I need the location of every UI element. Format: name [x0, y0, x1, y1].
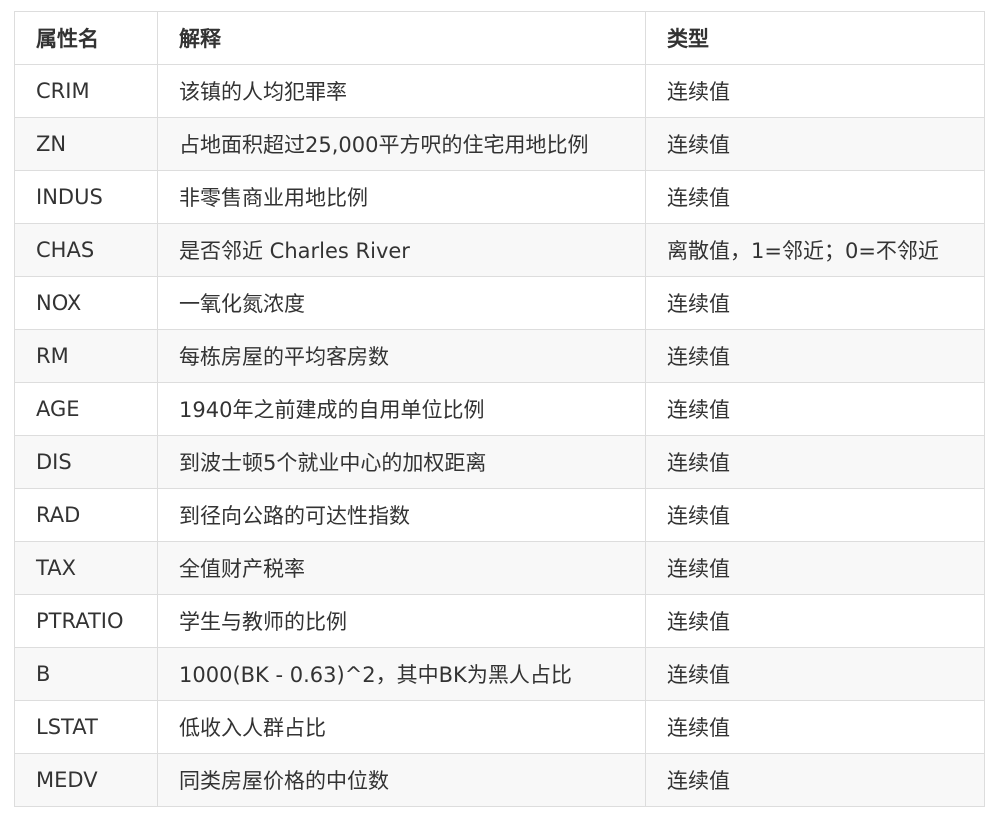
explanation-cell: 全值财产税率 [157, 541, 646, 595]
explanation-cell: 该镇的人均犯罪率 [157, 64, 646, 118]
attribute-name-cell: MEDV [14, 753, 158, 807]
attribute-table-container: 属性名 解释 类型 CRIM 该镇的人均犯罪率 连续值 ZN 占地面积超过25,… [14, 11, 985, 807]
table-row: B 1000(BK - 0.63)^2，其中BK为黑人占比 连续值 [14, 647, 985, 701]
attribute-table: 属性名 解释 类型 CRIM 该镇的人均犯罪率 连续值 ZN 占地面积超过25,… [14, 11, 985, 807]
attribute-name-cell: PTRATIO [14, 594, 158, 648]
explanation-cell: 低收入人群占比 [157, 700, 646, 754]
explanation-cell: 1000(BK - 0.63)^2，其中BK为黑人占比 [157, 647, 646, 701]
header-explanation: 解释 [157, 11, 646, 65]
type-cell: 连续值 [645, 64, 985, 118]
explanation-cell: 占地面积超过25,000平方呎的住宅用地比例 [157, 117, 646, 171]
type-cell: 连续值 [645, 488, 985, 542]
explanation-cell: 到波士顿5个就业中心的加权距离 [157, 435, 646, 489]
explanation-cell: 一氧化氮浓度 [157, 276, 646, 330]
attribute-name-cell: CHAS [14, 223, 158, 277]
type-cell: 连续值 [645, 700, 985, 754]
header-type: 类型 [645, 11, 985, 65]
attribute-name-cell: CRIM [14, 64, 158, 118]
type-cell: 连续值 [645, 594, 985, 648]
table-row: NOX 一氧化氮浓度 连续值 [14, 276, 985, 330]
type-cell: 连续值 [645, 753, 985, 807]
type-cell: 连续值 [645, 117, 985, 171]
attribute-name-cell: RM [14, 329, 158, 383]
attribute-name-cell: AGE [14, 382, 158, 436]
attribute-name-cell: INDUS [14, 170, 158, 224]
attribute-name-cell: ZN [14, 117, 158, 171]
table-row: AGE 1940年之前建成的自用单位比例 连续值 [14, 382, 985, 436]
table-row: CHAS 是否邻近 Charles River 离散值，1=邻近；0=不邻近 [14, 223, 985, 277]
attribute-name-cell: LSTAT [14, 700, 158, 754]
attribute-name-cell: DIS [14, 435, 158, 489]
table-row: LSTAT 低收入人群占比 连续值 [14, 700, 985, 754]
explanation-cell: 每栋房屋的平均客房数 [157, 329, 646, 383]
table-body: CRIM 该镇的人均犯罪率 连续值 ZN 占地面积超过25,000平方呎的住宅用… [14, 64, 985, 807]
explanation-cell: 是否邻近 Charles River [157, 223, 646, 277]
table-row: TAX 全值财产税率 连续值 [14, 541, 985, 595]
type-cell: 连续值 [645, 647, 985, 701]
type-cell: 连续值 [645, 435, 985, 489]
table-row: ZN 占地面积超过25,000平方呎的住宅用地比例 连续值 [14, 117, 985, 171]
table-row: DIS 到波士顿5个就业中心的加权距离 连续值 [14, 435, 985, 489]
type-cell: 连续值 [645, 541, 985, 595]
attribute-name-cell: B [14, 647, 158, 701]
header-attribute-name: 属性名 [14, 11, 158, 65]
explanation-cell: 1940年之前建成的自用单位比例 [157, 382, 646, 436]
table-row: CRIM 该镇的人均犯罪率 连续值 [14, 64, 985, 118]
explanation-cell: 学生与教师的比例 [157, 594, 646, 648]
attribute-name-cell: TAX [14, 541, 158, 595]
table-row: RM 每栋房屋的平均客房数 连续值 [14, 329, 985, 383]
explanation-cell: 同类房屋价格的中位数 [157, 753, 646, 807]
type-cell: 连续值 [645, 276, 985, 330]
type-cell: 连续值 [645, 329, 985, 383]
attribute-name-cell: RAD [14, 488, 158, 542]
table-row: PTRATIO 学生与教师的比例 连续值 [14, 594, 985, 648]
type-cell: 离散值，1=邻近；0=不邻近 [645, 223, 985, 277]
table-row: MEDV 同类房屋价格的中位数 连续值 [14, 753, 985, 807]
attribute-name-cell: NOX [14, 276, 158, 330]
table-row: INDUS 非零售商业用地比例 连续值 [14, 170, 985, 224]
table-row: RAD 到径向公路的可达性指数 连续值 [14, 488, 985, 542]
table-header-row: 属性名 解释 类型 [14, 11, 985, 65]
explanation-cell: 非零售商业用地比例 [157, 170, 646, 224]
explanation-cell: 到径向公路的可达性指数 [157, 488, 646, 542]
type-cell: 连续值 [645, 170, 985, 224]
type-cell: 连续值 [645, 382, 985, 436]
